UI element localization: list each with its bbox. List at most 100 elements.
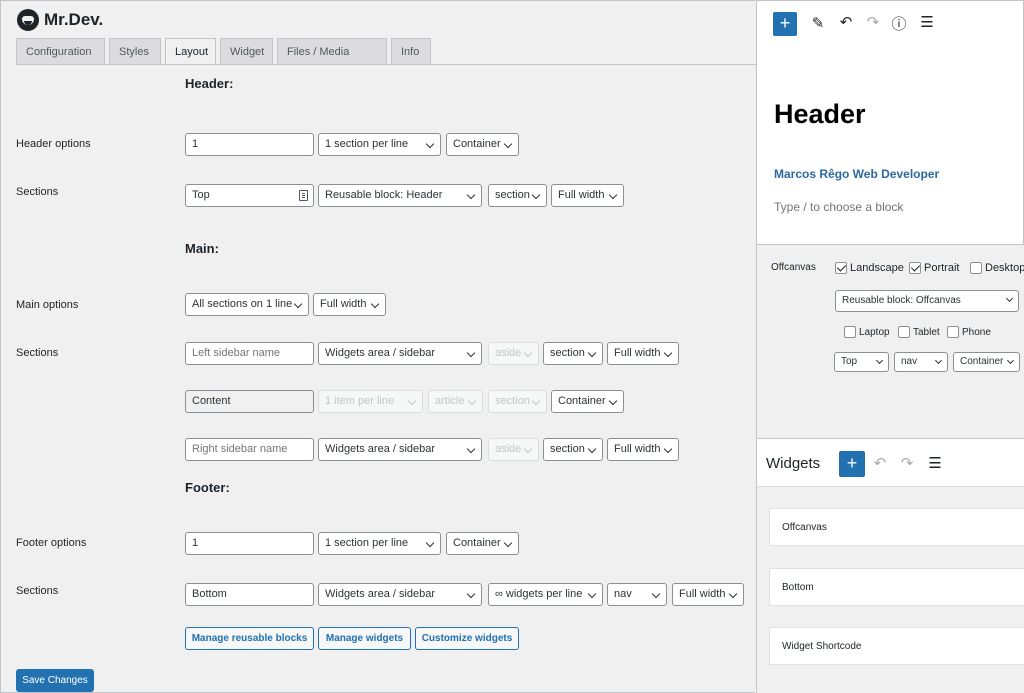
desktop-checkbox[interactable]: Desktop: [970, 262, 1024, 274]
landscape-checkbox[interactable]: Landscape: [835, 262, 904, 274]
main-width-select[interactable]: Full width: [313, 293, 386, 316]
list-view-icon[interactable]: ☰: [918, 13, 936, 31]
offcanvas-label: Offcanvas: [771, 262, 816, 273]
checkbox-unchecked-icon: [898, 326, 910, 338]
undo-icon[interactable]: ↶: [871, 454, 889, 472]
portrait-label: Portrait: [924, 262, 960, 274]
laptop-checkbox[interactable]: Laptop: [844, 326, 890, 338]
offcanvas-tag-select[interactable]: nav: [894, 352, 948, 372]
main-sections-label: Sections: [16, 347, 59, 359]
brand-name: Mr.Dev.: [44, 10, 104, 29]
footer-options-label: Footer options: [16, 537, 87, 549]
main-layout-select[interactable]: All sections on 1 line: [185, 293, 309, 316]
footer-title: Footer:: [185, 480, 230, 495]
tab-layout[interactable]: Layout: [165, 38, 216, 65]
tab-files-media[interactable]: Files / Media: [277, 38, 387, 65]
header-section-name-input[interactable]: Top: [185, 184, 314, 207]
editor-site-link[interactable]: Marcos Rêgo Web Developer: [774, 167, 939, 181]
undo-icon[interactable]: ↶: [837, 13, 855, 31]
footer-widgets-select[interactable]: ∞ widgets per line: [488, 583, 603, 606]
save-changes-button[interactable]: Save Changes: [16, 669, 94, 692]
checkbox-unchecked-icon: [844, 326, 856, 338]
tablet-checkbox[interactable]: Tablet: [898, 326, 940, 338]
tab-widget[interactable]: Widget: [220, 38, 273, 65]
checkbox-checked-icon: [835, 262, 847, 274]
left-sidebar-input[interactable]: Left sidebar name: [185, 342, 314, 365]
header-tag-select[interactable]: section: [488, 184, 547, 207]
footer-sections-label: Sections: [16, 585, 59, 597]
add-block-plus-icon[interactable]: +: [773, 12, 797, 36]
left-tag-select[interactable]: section: [543, 342, 603, 365]
edit-pencil-icon[interactable]: ✎: [809, 14, 827, 32]
header-container-select[interactable]: Container: [446, 133, 519, 156]
right-tag-select[interactable]: section: [543, 438, 603, 461]
tablet-label: Tablet: [913, 326, 940, 338]
left-type-select[interactable]: Widgets area / sidebar: [318, 342, 482, 365]
customize-widgets-button[interactable]: Customize widgets: [415, 627, 519, 650]
widget-area-item[interactable]: Widget Shortcode: [769, 627, 1024, 665]
manage-reusable-blocks-button[interactable]: Manage reusable blocks: [185, 627, 314, 650]
editor-heading[interactable]: Header: [774, 99, 866, 130]
widget-area-item[interactable]: Offcanvas: [769, 508, 1024, 546]
content-container-select[interactable]: Container: [551, 390, 624, 413]
checkbox-checked-icon: [909, 262, 921, 274]
phone-checkbox[interactable]: Phone: [947, 326, 991, 338]
manage-widgets-button[interactable]: Manage widgets: [318, 627, 411, 650]
offcanvas-block-select[interactable]: Reusable block: Offcanvas: [835, 290, 1019, 312]
main-options-label: Main options: [16, 299, 79, 311]
block-placeholder[interactable]: Type / to choose a block: [774, 200, 903, 214]
right-width-select[interactable]: Full width: [607, 438, 679, 461]
portrait-checkbox[interactable]: Portrait: [909, 262, 959, 274]
main-title: Main:: [185, 241, 219, 256]
offcanvas-container-select[interactable]: Container: [953, 352, 1020, 372]
list-view-icon[interactable]: ☰: [926, 454, 944, 472]
footer-type-select[interactable]: Widgets area / sidebar: [318, 583, 482, 606]
brand-logo: Mr.Dev.: [17, 9, 103, 31]
header-title: Header:: [185, 76, 234, 91]
redo-icon[interactable]: ↷: [864, 13, 882, 31]
content-section-select: section: [488, 390, 547, 413]
tab-info[interactable]: Info: [391, 38, 431, 65]
offcanvas-settings: Offcanvas Landscape Portrait Desktop Reu…: [756, 245, 1024, 438]
widgets-header: Widgets + ↶ ↷ ☰: [757, 439, 1024, 487]
settings-tabs: Configuration Styles Layout Widget Files…: [16, 38, 431, 65]
redo-icon[interactable]: ↷: [898, 454, 916, 472]
footer-tag-select[interactable]: nav: [607, 583, 667, 606]
tabs-divider: [16, 64, 756, 65]
widgets-panel: Widgets + ↶ ↷ ☰ Offcanvas Bottom Widget …: [756, 438, 1024, 693]
content-per-line-select: 1 item per line: [318, 390, 423, 413]
header-options-label: Header options: [16, 138, 91, 150]
footer-count-input[interactable]: 1: [185, 532, 314, 555]
tab-styles[interactable]: Styles: [109, 38, 161, 65]
mrdev-logo-icon: [17, 9, 39, 31]
header-section-name: Top: [192, 189, 210, 201]
header-sections-label: Sections: [16, 186, 59, 198]
header-per-line-select[interactable]: 1 section per line: [318, 133, 441, 156]
header-block-select[interactable]: Reusable block: Header: [318, 184, 482, 207]
right-type-select[interactable]: Widgets area / sidebar: [318, 438, 482, 461]
left-width-select[interactable]: Full width: [607, 342, 679, 365]
add-widget-plus-icon[interactable]: +: [839, 451, 865, 477]
footer-section-name-input[interactable]: Bottom: [185, 583, 314, 606]
content-input: Content: [185, 390, 314, 413]
footer-container-select[interactable]: Container: [446, 532, 519, 555]
tab-configuration[interactable]: Configuration: [16, 38, 105, 65]
content-article-select: article: [428, 390, 483, 413]
widgets-title: Widgets: [766, 455, 821, 472]
right-sidebar-input[interactable]: Right sidebar name: [185, 438, 314, 461]
footer-per-line-select[interactable]: 1 section per line: [318, 532, 441, 555]
right-aside-select: aside: [488, 438, 539, 461]
settings-panel: Mr.Dev. Configuration Styles Layout Widg…: [0, 0, 756, 693]
offcanvas-position-select[interactable]: Top: [834, 352, 889, 372]
header-count-input[interactable]: 1: [185, 133, 314, 156]
info-icon[interactable]: ⓘ: [890, 13, 908, 34]
checkbox-unchecked-icon: [970, 262, 982, 274]
header-width-select[interactable]: Full width: [551, 184, 624, 207]
block-editor: + ✎ ↶ ↷ ⓘ ☰ Header Marcos Rêgo Web Devel…: [756, 0, 1024, 245]
footer-width-select[interactable]: Full width: [672, 583, 744, 606]
contact-card-icon: [299, 190, 308, 201]
phone-label: Phone: [962, 326, 991, 338]
widget-area-item[interactable]: Bottom: [769, 568, 1024, 606]
desktop-label: Desktop: [985, 262, 1024, 274]
landscape-label: Landscape: [850, 262, 904, 274]
